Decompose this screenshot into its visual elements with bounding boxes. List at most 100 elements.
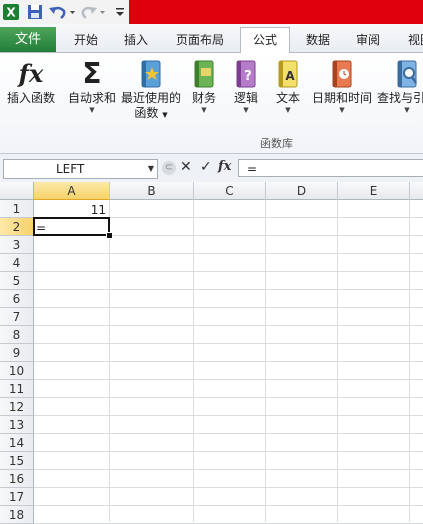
row-header[interactable]: 7 xyxy=(0,308,34,326)
text-label: 文本 xyxy=(275,91,300,105)
grid-line xyxy=(337,200,338,522)
row-header[interactable]: 18 xyxy=(0,506,34,524)
grid-line xyxy=(34,289,423,290)
undo-icon[interactable] xyxy=(48,3,76,21)
tab-view[interactable]: 视图 xyxy=(404,30,423,50)
grid-line xyxy=(34,451,423,452)
row-header[interactable]: 13 xyxy=(0,416,34,434)
insert-function-fx-icon[interactable]: fx xyxy=(218,159,231,174)
grid-line xyxy=(34,271,423,272)
logical-button[interactable]: ? 逻辑 ▼ xyxy=(228,57,264,115)
text-button[interactable]: A 文本 ▼ xyxy=(270,57,306,115)
row-header[interactable]: 9 xyxy=(0,344,34,362)
recently-used-label: 最近使用的 xyxy=(120,91,181,105)
row-header[interactable]: 2 xyxy=(0,218,34,236)
book-money-icon xyxy=(194,60,214,88)
function-library-group-label: 函数库 xyxy=(260,137,293,150)
formula-input[interactable]: = xyxy=(238,159,423,177)
name-box[interactable]: LEFT ▼ xyxy=(3,159,158,179)
tab-insert[interactable]: 插入 xyxy=(120,30,152,50)
customize-toolbar-icon[interactable] xyxy=(114,3,126,21)
excel-logo-icon: X xyxy=(3,4,19,20)
grid-line xyxy=(34,361,423,362)
tab-home[interactable]: 开始 xyxy=(70,30,102,50)
book-question-icon: ? xyxy=(236,60,256,88)
insert-function-button[interactable]: fx 插入函数 xyxy=(3,57,59,106)
collapse-icon: ⊂ xyxy=(162,161,176,175)
book-clock-icon xyxy=(332,60,352,88)
title-redacted-area xyxy=(129,0,423,24)
column-header-b[interactable]: B xyxy=(110,182,194,200)
dropdown-arrow-icon: ▼ xyxy=(404,106,410,114)
row-header[interactable]: 1 xyxy=(0,200,34,218)
financial-label: 财务 xyxy=(191,91,216,105)
row-header[interactable]: 6 xyxy=(0,290,34,308)
grid-line xyxy=(109,200,110,522)
row-header[interactable]: 12 xyxy=(0,398,34,416)
tab-file[interactable]: 文件 xyxy=(0,27,56,52)
book-magnifier-icon xyxy=(397,60,418,88)
book-star-icon xyxy=(141,60,161,88)
logical-label: 逻辑 xyxy=(233,91,258,105)
redo-icon[interactable] xyxy=(80,3,108,21)
tab-formulas[interactable]: 公式 xyxy=(240,27,290,54)
grid-line xyxy=(34,343,423,344)
grid-line xyxy=(34,415,423,416)
fx-icon: fx xyxy=(18,59,44,88)
column-header-d[interactable]: D xyxy=(266,182,338,200)
row-header[interactable]: 17 xyxy=(0,488,34,506)
tab-page-layout[interactable]: 页面布局 xyxy=(172,30,228,50)
row-header[interactable]: 14 xyxy=(0,434,34,452)
row-header[interactable]: 3 xyxy=(0,236,34,254)
grid-line xyxy=(34,433,423,434)
autosum-button[interactable]: Σ 自动求和 ▼ xyxy=(66,57,118,115)
row-header[interactable]: 10 xyxy=(0,362,34,380)
recently-used-button[interactable]: 最近使用的 函数 ▼ xyxy=(120,57,182,123)
insert-function-label: 插入函数 xyxy=(6,91,55,105)
row-header[interactable]: 16 xyxy=(0,470,34,488)
grid-line xyxy=(193,200,194,522)
financial-button[interactable]: 财务 ▼ xyxy=(186,57,222,115)
formula-bar: LEFT ▼ ⊂ ✕ ✓ fx = xyxy=(0,154,423,182)
active-cell-border xyxy=(33,217,110,236)
book-text-icon: A xyxy=(278,60,298,88)
grid-line xyxy=(34,397,423,398)
tab-review[interactable]: 审阅 xyxy=(352,30,384,50)
grid-line xyxy=(34,379,423,380)
dropdown-arrow-icon: ▼ xyxy=(89,106,95,114)
select-all-corner[interactable] xyxy=(0,182,34,200)
column-header-f[interactable] xyxy=(410,182,423,200)
tab-data[interactable]: 数据 xyxy=(302,30,334,50)
row-header[interactable]: 8 xyxy=(0,326,34,344)
cancel-icon[interactable]: ✕ xyxy=(180,159,192,175)
grid-line xyxy=(265,200,266,522)
column-header-e[interactable]: E xyxy=(338,182,410,200)
column-header-a[interactable]: A xyxy=(34,182,110,200)
lookup-reference-button[interactable]: 查找与引用 ▼ xyxy=(376,57,423,115)
row-header[interactable]: 11 xyxy=(0,380,34,398)
dropdown-arrow-icon: ▼ xyxy=(201,106,207,114)
ribbon-tab-row: 开始 插入 页面布局 数据 审阅 视图 xyxy=(0,24,423,53)
date-time-button[interactable]: 日期和时间 ▼ xyxy=(311,57,373,115)
sigma-icon: Σ xyxy=(82,57,102,90)
title-bar: X xyxy=(0,0,423,24)
row-header[interactable]: 5 xyxy=(0,272,34,290)
svg-text:X: X xyxy=(6,6,16,20)
dropdown-arrow-icon: ▼ xyxy=(243,106,249,114)
row-header[interactable]: 15 xyxy=(0,452,34,470)
recently-used-label-2: 函数 xyxy=(134,106,159,120)
dropdown-arrow-icon: ▼ xyxy=(285,106,291,114)
save-icon[interactable] xyxy=(26,3,44,21)
grid-line xyxy=(34,325,423,326)
grid-line xyxy=(34,253,423,254)
grid-line xyxy=(34,505,423,506)
lookup-reference-label: 查找与引用 xyxy=(376,91,423,105)
name-box-value: LEFT xyxy=(56,162,85,176)
chevron-down-icon[interactable]: ▼ xyxy=(148,160,154,178)
svg-text:A: A xyxy=(285,69,295,83)
row-header[interactable]: 4 xyxy=(0,254,34,272)
enter-icon[interactable]: ✓ xyxy=(200,159,212,175)
column-header-c[interactable]: C xyxy=(194,182,266,200)
fill-handle[interactable] xyxy=(106,232,113,239)
grid-line xyxy=(34,487,423,488)
